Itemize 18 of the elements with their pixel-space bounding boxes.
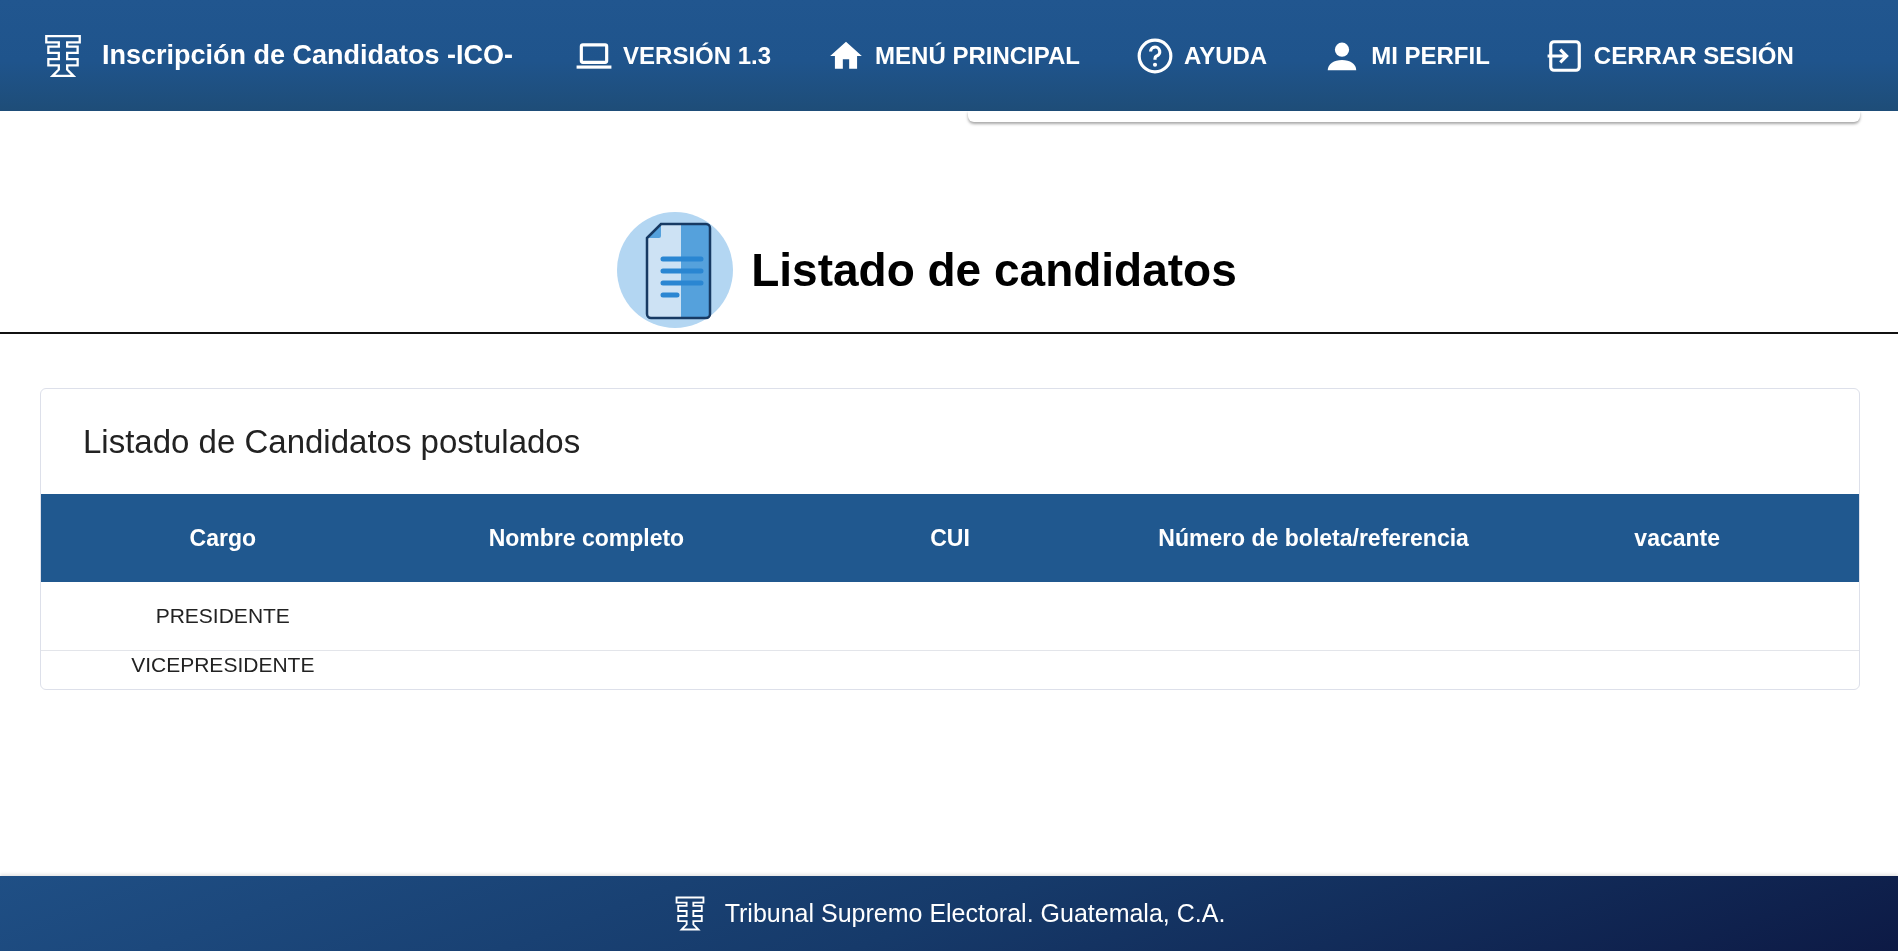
nav-link[interactable]: CERRAR SESIÓN (1545, 36, 1794, 75)
column-header: Cargo (41, 494, 405, 582)
document-icon (617, 212, 734, 328)
table-cell: PRESIDENTE (155, 604, 290, 627)
nav-link[interactable]: AYUDA (1136, 36, 1268, 75)
card-title: Listado de Candidatos postulados (82, 422, 582, 462)
nav-link[interactable]: MENÚ PRINCIPAL (827, 36, 1080, 75)
app-title: Inscripción de Candidatos -ICO- (102, 40, 514, 71)
help-icon (1136, 36, 1174, 75)
column-header: Número de boleta/referencia (1131, 494, 1496, 582)
column-header: CUI (768, 494, 1132, 582)
table-cell: VICEPRESIDENTE (131, 653, 315, 676)
nav-link[interactable]: VERSIÓN 1.3 (575, 36, 772, 75)
column-header: vacante (1495, 494, 1859, 582)
column-header: Nombre completo (404, 494, 769, 582)
footer-text: Tribunal Supremo Electoral. Guatemala, C.A. (724, 899, 1226, 928)
page-title: Listado de candidatos (751, 243, 1237, 297)
nav-link[interactable]: MI PERFIL (1323, 36, 1490, 75)
